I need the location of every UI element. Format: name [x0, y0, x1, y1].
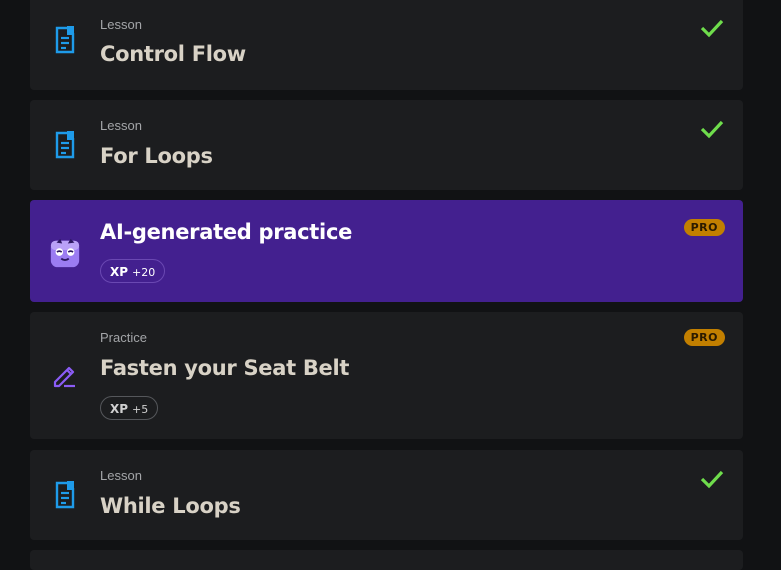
lesson-card[interactable]: Lesson For Loops [30, 100, 743, 190]
lesson-card[interactable]: Lesson Control Flow [30, 0, 743, 90]
xp-label: XP [110, 265, 129, 279]
lesson-card[interactable]: Lesson While Loops [30, 450, 743, 540]
checkmark-icon [700, 120, 724, 139]
item-kind: Practice [100, 330, 147, 345]
pencil-icon [48, 358, 82, 392]
practice-card[interactable]: Practice Fasten your Seat Belt XP +5 PRO [30, 312, 743, 439]
item-kind: Lesson [100, 468, 142, 483]
xp-amount: +5 [132, 403, 149, 416]
xp-badge: XP +5 [100, 396, 159, 420]
item-title: AI-generated practice [100, 220, 353, 244]
item-title: While Loops [100, 494, 241, 518]
item-kind: Lesson [100, 118, 142, 133]
checkmark-icon [700, 19, 724, 38]
item-kind: Lesson [100, 17, 142, 32]
ai-mascot-icon [48, 236, 82, 270]
lesson-doc-icon [48, 478, 82, 512]
pro-badge: PRO [683, 329, 725, 346]
xp-badge: XP +20 [100, 259, 166, 283]
ai-practice-card[interactable]: AI-generated practice XP +20 PRO [30, 200, 743, 302]
lesson-card[interactable] [30, 550, 743, 570]
pro-badge: PRO [683, 219, 725, 236]
item-title: For Loops [100, 144, 213, 168]
xp-label: XP [110, 402, 129, 416]
item-title: Fasten your Seat Belt [100, 356, 350, 380]
item-title: Control Flow [100, 42, 246, 66]
lesson-doc-icon [48, 128, 82, 162]
xp-amount: +20 [132, 266, 156, 279]
lesson-doc-icon [48, 23, 82, 57]
checkmark-icon [700, 470, 724, 489]
